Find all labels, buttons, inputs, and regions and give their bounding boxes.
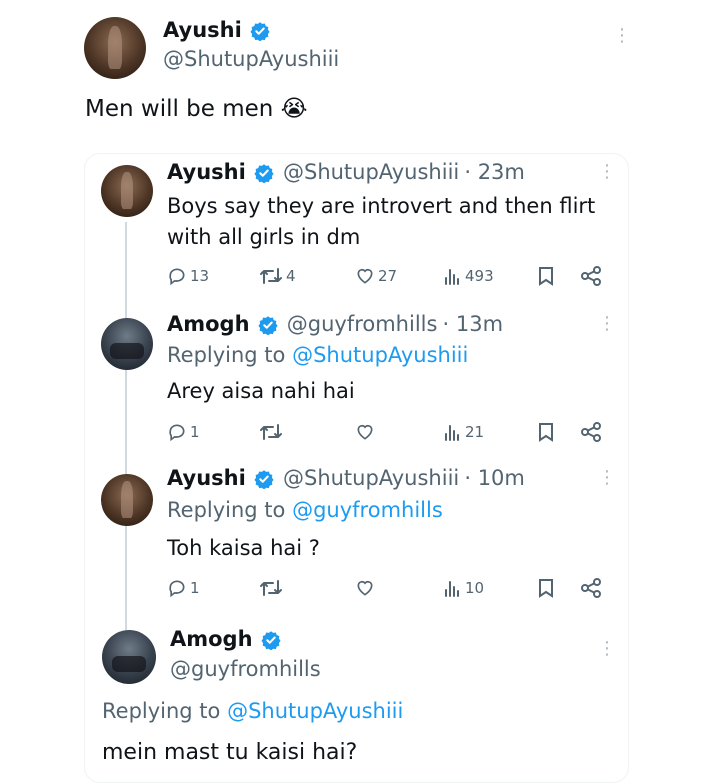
verified-badge-icon bbox=[254, 469, 274, 489]
tweet-text-line: with all girls in dm bbox=[167, 225, 361, 249]
author-handle[interactable]: @guyfromhills bbox=[287, 312, 438, 336]
bookmark-icon[interactable] bbox=[537, 578, 555, 602]
replying-to: Replying to @ShutupAyushiii bbox=[167, 343, 468, 367]
view-count: 493 bbox=[465, 267, 494, 285]
author-handle[interactable]: @ShutupAyushiii bbox=[283, 160, 459, 184]
replying-to-label: Replying to bbox=[167, 343, 286, 367]
views-button[interactable]: 493 bbox=[444, 266, 494, 286]
like-button[interactable] bbox=[355, 578, 375, 598]
retweet-button[interactable] bbox=[259, 578, 283, 598]
retweet-icon bbox=[260, 580, 282, 596]
view-count: 21 bbox=[465, 423, 485, 441]
analytics-icon bbox=[445, 269, 459, 285]
heart-icon bbox=[357, 580, 373, 596]
author-handle[interactable]: @ShutupAyushiii bbox=[163, 47, 339, 71]
tweet-text: mein mast tu kaisi hai? bbox=[102, 740, 358, 765]
verified-badge-icon bbox=[261, 630, 281, 650]
avatar[interactable] bbox=[101, 474, 153, 526]
tweet-header: Amogh @guyfromhills · 13m bbox=[167, 312, 503, 336]
reply-icon bbox=[169, 268, 185, 286]
analytics-icon bbox=[445, 581, 459, 597]
reply-count: 1 bbox=[190, 579, 200, 597]
tweet-time[interactable]: · 10m bbox=[464, 466, 525, 490]
author-name[interactable]: Ayushi bbox=[163, 18, 242, 42]
verified-badge-icon bbox=[250, 21, 270, 41]
retweet-button[interactable]: 4 bbox=[259, 266, 296, 286]
retweet-button[interactable] bbox=[259, 422, 283, 442]
reply-button[interactable]: 1 bbox=[167, 422, 200, 442]
tweet-header: Ayushi @ShutupAyushiii · 10m bbox=[167, 466, 525, 490]
bookmark-icon[interactable] bbox=[537, 266, 555, 290]
author-row: Ayushi bbox=[163, 18, 270, 42]
replying-to-label: Replying to bbox=[102, 699, 221, 723]
views-button[interactable]: 10 bbox=[444, 578, 484, 598]
share-icon[interactable] bbox=[580, 422, 602, 446]
reply-count: 13 bbox=[190, 267, 210, 285]
author-handle[interactable]: @guyfromhills bbox=[170, 657, 321, 681]
bookmark-icon[interactable] bbox=[537, 422, 555, 446]
avatar[interactable] bbox=[102, 630, 156, 684]
tweet-text: Toh kaisa hai ? bbox=[167, 536, 320, 560]
author-name[interactable]: Ayushi bbox=[167, 466, 246, 490]
share-icon[interactable] bbox=[580, 266, 602, 290]
reply-button[interactable]: 1 bbox=[167, 578, 200, 598]
author-handle[interactable]: @ShutupAyushiii bbox=[283, 466, 459, 490]
replying-to: Replying to @guyfromhills bbox=[167, 498, 443, 522]
replying-to: Replying to @ShutupAyushiii bbox=[102, 699, 403, 723]
tweet-header: Ayushi @ShutupAyushiii · 23m bbox=[167, 160, 525, 184]
author-name[interactable]: Amogh bbox=[167, 312, 250, 336]
retweet-icon bbox=[260, 268, 282, 284]
replying-to-handle[interactable]: @ShutupAyushiii bbox=[227, 699, 403, 723]
tweet-text: Boys say they are introvert and then fli… bbox=[167, 191, 595, 253]
reply-icon bbox=[169, 580, 185, 598]
verified-badge-icon bbox=[254, 163, 274, 183]
more-options-icon[interactable]: ⋮ bbox=[613, 27, 631, 45]
thread-line bbox=[125, 222, 127, 632]
more-options-icon[interactable]: ⋮ bbox=[598, 640, 616, 658]
view-count: 10 bbox=[465, 579, 485, 597]
more-options-icon[interactable]: ⋮ bbox=[598, 315, 616, 333]
avatar[interactable] bbox=[101, 165, 153, 217]
author-name[interactable]: Amogh bbox=[170, 627, 253, 651]
replying-to-handle[interactable]: @guyfromhills bbox=[292, 498, 443, 522]
tweet-text: Arey aisa nahi hai bbox=[167, 379, 355, 403]
tweet-time[interactable]: · 23m bbox=[464, 160, 525, 184]
author-row: Amogh bbox=[170, 627, 281, 651]
share-icon[interactable] bbox=[580, 578, 602, 602]
more-options-icon[interactable]: ⋮ bbox=[598, 163, 616, 181]
replying-to-handle[interactable]: @ShutupAyushiii bbox=[292, 343, 468, 367]
retweet-icon bbox=[260, 424, 282, 440]
reply-button[interactable]: 13 bbox=[167, 266, 209, 286]
like-count: 27 bbox=[378, 267, 398, 285]
analytics-icon bbox=[445, 425, 459, 441]
reply-count: 1 bbox=[190, 423, 200, 441]
avatar[interactable] bbox=[101, 318, 153, 370]
tweet-text: Men will be men 😭 bbox=[85, 96, 308, 122]
verified-badge-icon bbox=[258, 315, 278, 335]
retweet-count: 4 bbox=[286, 267, 296, 285]
tweet-time[interactable]: · 13m bbox=[443, 312, 504, 336]
views-button[interactable]: 21 bbox=[444, 422, 484, 442]
reply-icon bbox=[169, 424, 185, 442]
heart-icon bbox=[357, 424, 373, 440]
avatar[interactable] bbox=[84, 17, 146, 79]
like-button[interactable]: 27 bbox=[355, 266, 397, 286]
tweet-text-line: Boys say they are introvert and then fli… bbox=[167, 194, 596, 218]
heart-icon bbox=[357, 268, 373, 284]
replying-to-label: Replying to bbox=[167, 498, 286, 522]
like-button[interactable] bbox=[355, 422, 375, 442]
more-options-icon[interactable]: ⋮ bbox=[598, 469, 616, 487]
author-name[interactable]: Ayushi bbox=[167, 160, 246, 184]
